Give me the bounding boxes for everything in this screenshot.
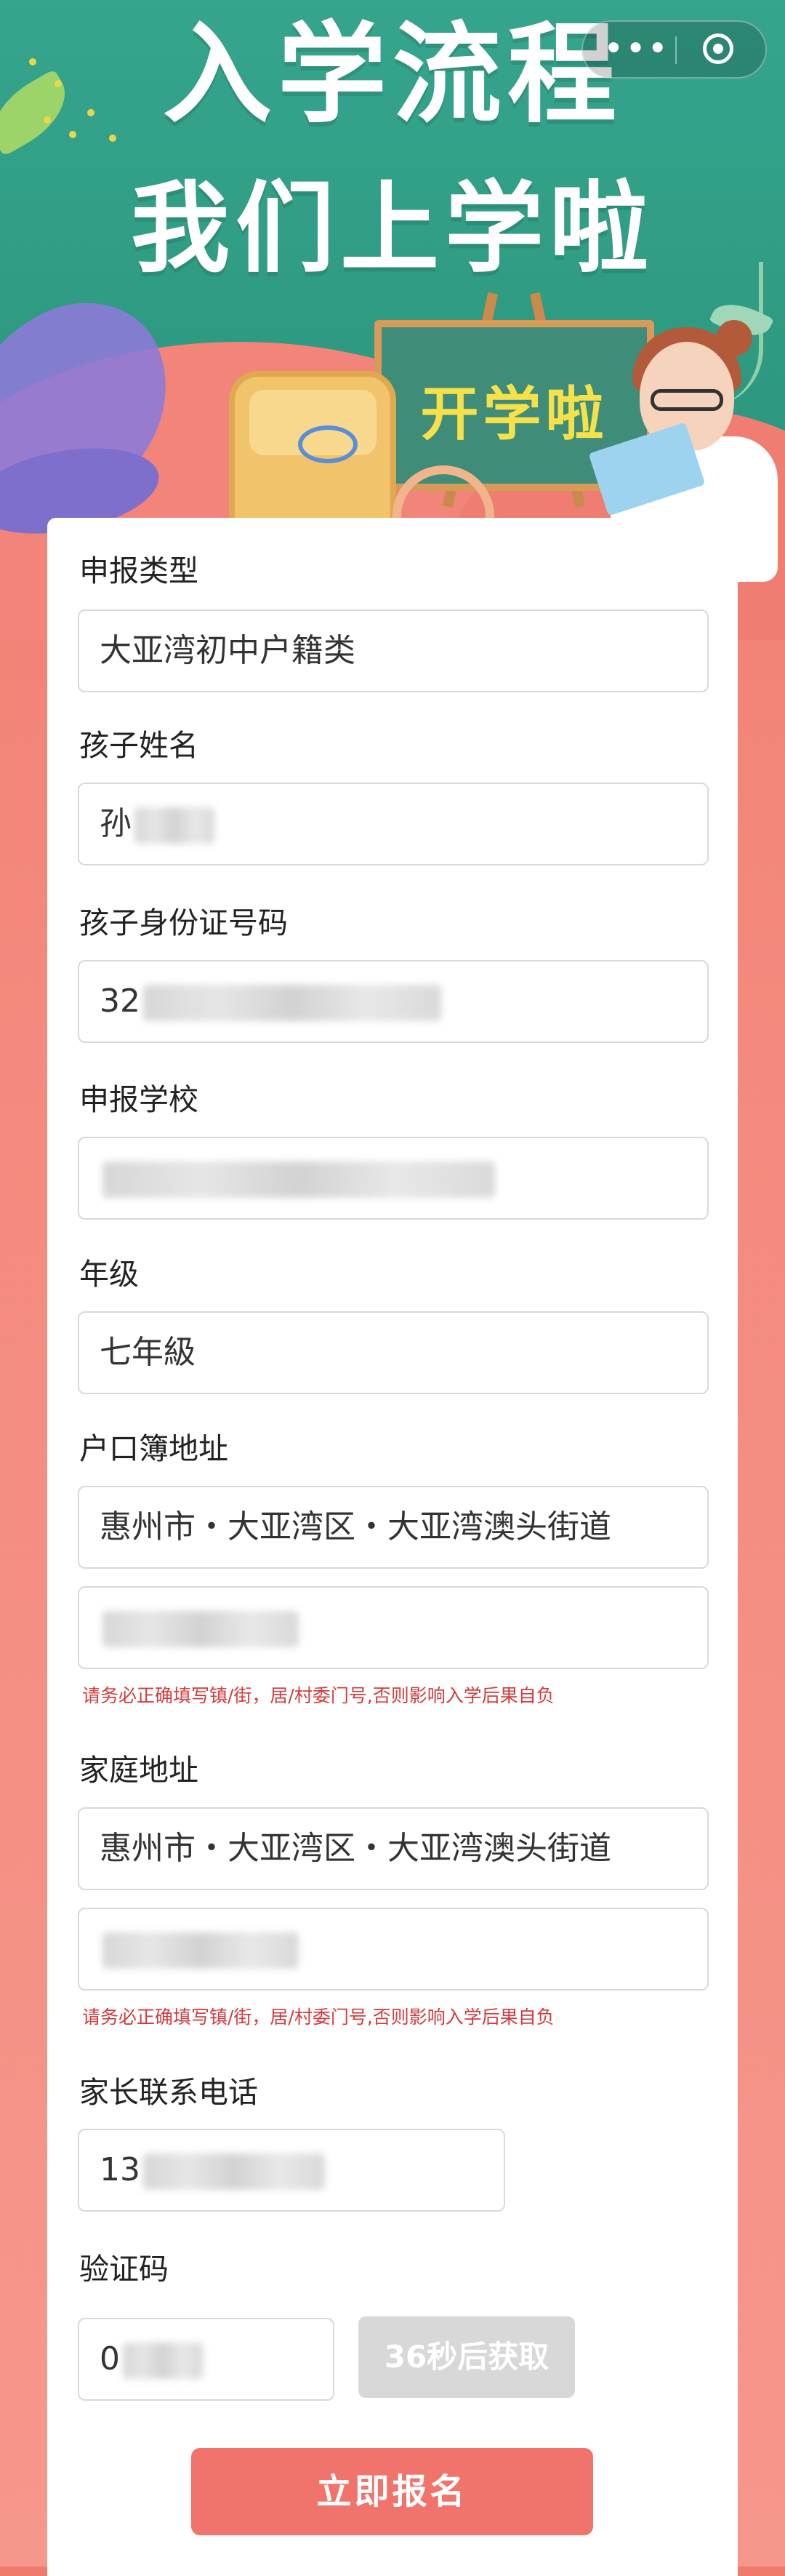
get-code-button[interactable]: 36秒后获取 bbox=[358, 2316, 575, 2398]
type-label: 申报类型 bbox=[79, 553, 198, 588]
redacted-blur bbox=[143, 2153, 325, 2190]
miniprogram-capsule: ••• bbox=[581, 20, 767, 79]
type-value: 大亚湾初中户籍类 bbox=[100, 632, 355, 669]
registration-form: 申报类型 大亚湾初中户籍类 孩子姓名 孙 孩子身份证号码 32 申报学校 年级 … bbox=[47, 518, 738, 2576]
home-region-value: 惠州市・大亚湾区・大亚湾澳头街道 bbox=[100, 1830, 611, 1867]
redacted-blur bbox=[143, 985, 441, 1021]
redacted-blur bbox=[134, 807, 214, 844]
close-circle-icon[interactable] bbox=[703, 33, 733, 64]
phone-input[interactable]: 13 bbox=[78, 2129, 505, 2212]
redacted-blur bbox=[123, 2343, 203, 2379]
hukou-warning-text: 请务必正确填写镇/街，居/村委门号,否则影响入学后果自负 bbox=[82, 1685, 555, 1706]
submit-button[interactable]: 立即报名 bbox=[191, 2448, 593, 2535]
hukou-region-value: 惠州市・大亚湾区・大亚湾澳头街道 bbox=[100, 1508, 611, 1545]
child-id-label: 孩子身份证号码 bbox=[79, 905, 288, 940]
hero-title-line2: 我们上学啦 bbox=[131, 172, 654, 287]
child-id-value: 32 bbox=[100, 983, 140, 1020]
more-dots-icon[interactable]: ••• bbox=[603, 31, 668, 66]
chalkboard-text: 开学啦 bbox=[420, 380, 608, 448]
grade-label: 年级 bbox=[79, 1257, 139, 1292]
girl-bun-illustration bbox=[716, 320, 752, 356]
school-label: 申报学校 bbox=[79, 1082, 198, 1117]
home-warning-text: 请务必正确填写镇/街，居/村委门号,否则影响入学后果自负 bbox=[82, 2007, 555, 2028]
school-select[interactable] bbox=[78, 1137, 709, 1220]
redacted-blur bbox=[102, 1611, 299, 1647]
home-region-select[interactable]: 惠州市・大亚湾区・大亚湾澳头街道 bbox=[78, 1807, 709, 1890]
hukou-detail-input[interactable] bbox=[78, 1586, 709, 1669]
grade-value: 七年級 bbox=[100, 1334, 196, 1371]
girl-glasses-illustration bbox=[651, 389, 723, 411]
phone-value: 13 bbox=[100, 2151, 140, 2188]
scissors-illustration bbox=[298, 425, 358, 463]
child-id-input[interactable]: 32 bbox=[78, 960, 709, 1043]
verification-code-label: 验证码 bbox=[79, 2252, 169, 2287]
home-detail-input[interactable] bbox=[78, 1908, 709, 1991]
child-name-input[interactable]: 孙 bbox=[78, 783, 709, 865]
grade-select[interactable]: 七年級 bbox=[78, 1311, 709, 1394]
home-address-label: 家庭地址 bbox=[79, 1753, 198, 1788]
hukou-address-label: 户口簿地址 bbox=[79, 1431, 228, 1466]
child-name-value: 孙 bbox=[100, 805, 132, 842]
capsule-divider bbox=[675, 36, 677, 64]
redacted-blur bbox=[102, 1932, 299, 1969]
verification-code-value: 0 bbox=[100, 2340, 120, 2377]
phone-label: 家长联系电话 bbox=[79, 2075, 258, 2110]
hukou-region-select[interactable]: 惠州市・大亚湾区・大亚湾澳头街道 bbox=[78, 1486, 709, 1569]
verification-code-input[interactable]: 0 bbox=[78, 2318, 334, 2401]
redacted-blur bbox=[102, 1161, 495, 1198]
type-select[interactable]: 大亚湾初中户籍类 bbox=[78, 609, 709, 692]
child-name-label: 孩子姓名 bbox=[79, 728, 198, 763]
